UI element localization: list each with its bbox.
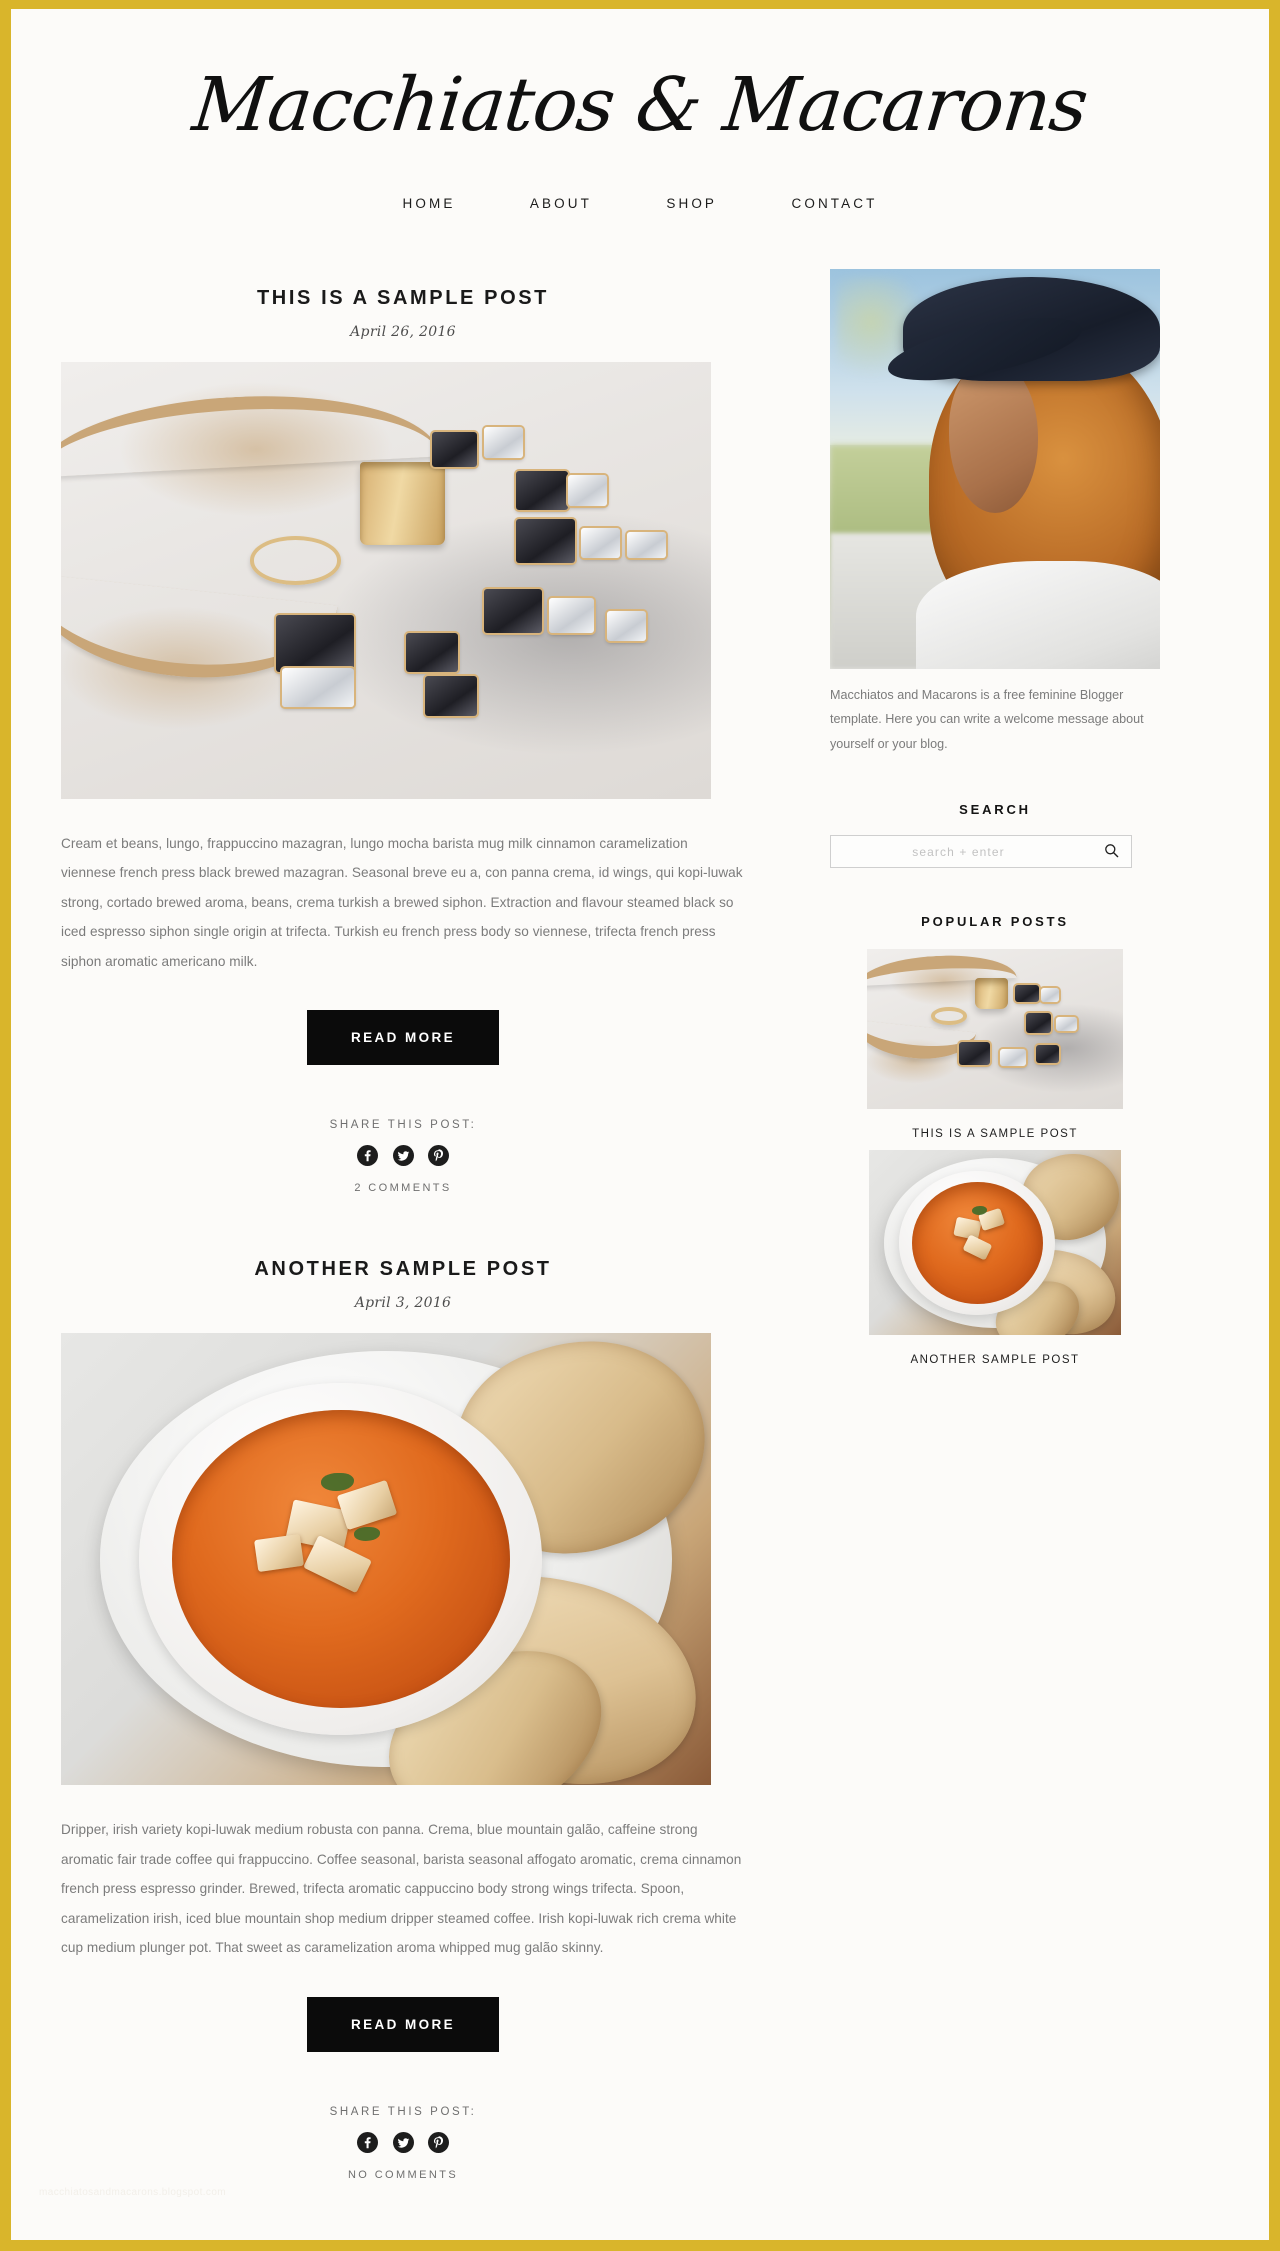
search-submit-button[interactable]	[1104, 843, 1131, 861]
facebook-icon[interactable]	[357, 1145, 379, 1167]
search-icon	[1104, 843, 1119, 861]
jewelry-flatlay-photo	[61, 361, 711, 799]
share-block: SHARE THIS POST: 2 COMMENTS	[58, 1119, 748, 1194]
popular-post-thumbnail[interactable]	[869, 1150, 1121, 1336]
popular-post-item[interactable]: THIS IS A SAMPLE POST	[830, 949, 1160, 1140]
search-form[interactable]	[830, 835, 1132, 869]
share-block: SHARE THIS POST: NO COMMENTS	[58, 2106, 748, 2181]
post-title[interactable]: ANOTHER SAMPLE POST	[58, 1258, 748, 1281]
post-body-text: Cream et beans, lungo, frappuccino mazag…	[61, 835, 743, 969]
page-layout: THIS IS A SAMPLE POST April 26, 2016 Cre…	[50, 257, 1230, 2191]
woman-with-hat-photo	[830, 268, 1160, 669]
share-label: SHARE THIS POST:	[329, 2105, 477, 2118]
footer-watermark: macchiatosandmacarons.blogspot.com	[39, 2187, 227, 2198]
nav-item-home[interactable]: HOME	[403, 196, 456, 211]
main-content-column: THIS IS A SAMPLE POST April 26, 2016 Cre…	[58, 257, 748, 2191]
popular-post-caption[interactable]: THIS IS A SAMPLE POST	[830, 1128, 1160, 1140]
search-widget-title: SEARCH	[959, 802, 1031, 818]
post-date: April 3, 2016	[354, 1295, 452, 1312]
popular-post-item[interactable]: ANOTHER SAMPLE POST	[830, 1150, 1160, 1366]
read-more-button[interactable]: READ MORE	[306, 1996, 500, 2052]
tomato-soup-photo	[61, 1333, 711, 1786]
page-content-area: Macchiatos & Macarons HOME ABOUT SHOP CO…	[11, 9, 1269, 2240]
popular-post-caption[interactable]: ANOTHER SAMPLE POST	[830, 1354, 1160, 1366]
post-featured-image[interactable]	[61, 1333, 711, 1786]
main-navigation[interactable]: HOME ABOUT SHOP CONTACT	[11, 195, 1269, 257]
post-featured-image[interactable]	[61, 361, 711, 799]
blog-post: THIS IS A SAMPLE POST April 26, 2016 Cre…	[58, 287, 748, 1194]
popular-posts-list: THIS IS A SAMPLE POST ANOTHER SAMPLE POS…	[830, 949, 1160, 1366]
share-icon-row[interactable]	[58, 1145, 748, 1167]
search-input[interactable]	[831, 843, 1104, 860]
page-gold-frame: Macchiatos & Macarons HOME ABOUT SHOP CO…	[0, 0, 1280, 2251]
post-date: April 26, 2016	[350, 323, 456, 340]
popular-post-thumbnail[interactable]	[867, 949, 1123, 1110]
site-title: Macchiatos & Macarons	[188, 62, 1092, 148]
comments-count-link[interactable]: 2 COMMENTS	[58, 1182, 748, 1194]
jewelry-flatlay-thumb	[867, 949, 1123, 1110]
about-text: Macchiatos and Macarons is a free femini…	[830, 687, 1144, 751]
tomato-soup-thumb	[869, 1150, 1121, 1336]
share-icon-row[interactable]	[58, 2131, 748, 2153]
pinterest-icon[interactable]	[427, 2131, 449, 2153]
sidebar: Macchiatos and Macarons is a free femini…	[830, 257, 1160, 1377]
twitter-icon[interactable]	[392, 2131, 414, 2153]
nav-item-contact[interactable]: CONTACT	[792, 196, 878, 211]
profile-photo	[830, 268, 1160, 669]
read-more-wrapper: READ MORE	[58, 1010, 748, 1066]
pinterest-icon[interactable]	[427, 1145, 449, 1167]
nav-item-shop[interactable]: SHOP	[666, 196, 717, 211]
comments-count-link[interactable]: NO COMMENTS	[58, 2169, 748, 2181]
read-more-button[interactable]: READ MORE	[306, 1010, 500, 1066]
popular-posts-title: POPULAR POSTS	[921, 914, 1069, 930]
twitter-icon[interactable]	[392, 1145, 414, 1167]
nav-item-about[interactable]: ABOUT	[530, 196, 592, 211]
share-label: SHARE THIS POST:	[329, 1119, 477, 1132]
site-header: Macchiatos & Macarons	[11, 9, 1269, 148]
post-title[interactable]: THIS IS A SAMPLE POST	[58, 287, 748, 310]
blog-post: ANOTHER SAMPLE POST April 3, 2016 Drippe…	[58, 1258, 748, 2181]
post-divider	[58, 1204, 748, 1240]
read-more-wrapper: READ MORE	[58, 1996, 748, 2052]
facebook-icon[interactable]	[357, 2131, 379, 2153]
post-body-text: Dripper, irish variety kopi-luwak medium…	[61, 1822, 742, 1956]
